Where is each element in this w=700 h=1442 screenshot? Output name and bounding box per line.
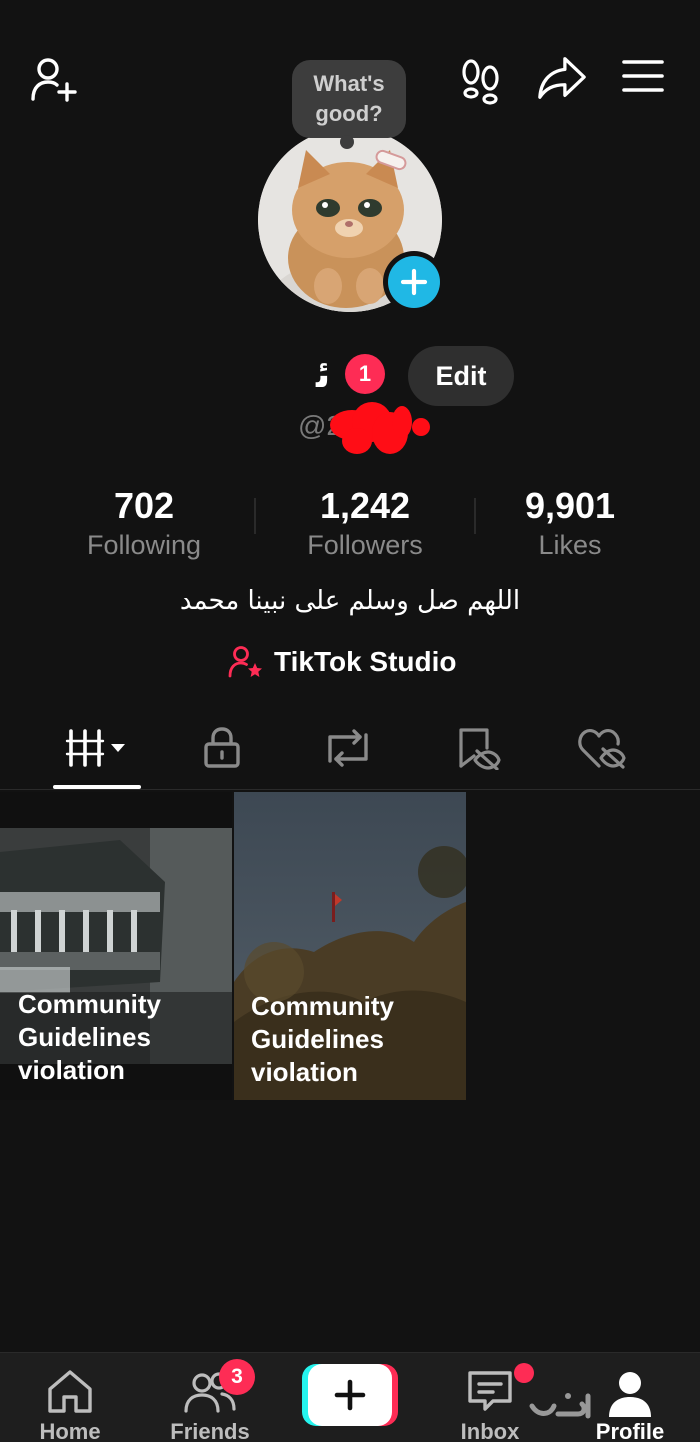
followers-count: 1,242 xyxy=(319,485,411,526)
saved-hidden-icon xyxy=(455,726,501,770)
stat-likes[interactable]: 9,901 Likes xyxy=(470,484,670,562)
profile-name: ﺋ xyxy=(316,352,331,396)
nav-home[interactable]: Home xyxy=(10,1353,130,1442)
following-count: 702 xyxy=(113,485,175,526)
home-icon xyxy=(10,1367,130,1415)
friends-badge: 3 xyxy=(219,1359,255,1395)
tab-reposts[interactable] xyxy=(298,718,398,778)
inbox-dot-badge xyxy=(514,1363,534,1383)
tab-private[interactable] xyxy=(172,718,272,778)
video-status-line: Community xyxy=(18,989,161,1019)
tiktok-studio-link[interactable]: TikTok Studio xyxy=(228,640,457,684)
status-bubble-line1: What's xyxy=(313,71,385,96)
video-status-line: Community xyxy=(251,991,394,1021)
nav-home-label: Home xyxy=(39,1419,101,1442)
status-bubble-tail xyxy=(340,135,354,149)
stat-divider xyxy=(254,498,256,534)
tab-favorites[interactable] xyxy=(428,718,528,778)
lock-icon xyxy=(202,726,242,770)
add-friend-icon[interactable] xyxy=(28,54,80,106)
tiktok-studio-label: TikTok Studio xyxy=(274,646,457,677)
notification-badge: 1 xyxy=(345,354,385,394)
likes-label: Likes xyxy=(538,530,602,560)
video-status-label: Community Guidelines violation xyxy=(18,988,232,1087)
grid-icon xyxy=(65,727,129,769)
video-status-line: Guidelines xyxy=(251,1024,384,1054)
creator-star-icon xyxy=(228,644,264,680)
create-button[interactable] xyxy=(302,1364,398,1426)
footprint-icon[interactable] xyxy=(455,54,507,106)
followers-label: Followers xyxy=(307,530,423,560)
video-status-label: Community Guidelines violation xyxy=(251,990,466,1089)
video-status-line: violation xyxy=(251,1057,358,1087)
tab-videos[interactable] xyxy=(53,718,141,778)
video-status-line: Guidelines xyxy=(18,1022,151,1052)
following-label: Following xyxy=(86,530,202,560)
video-tile[interactable]: Community Guidelines violation xyxy=(234,792,466,1100)
repost-icon xyxy=(324,727,372,769)
nav-friends-label: Friends xyxy=(170,1419,250,1442)
status-bubble-line2: good? xyxy=(315,101,383,126)
video-status-line: violation xyxy=(18,1055,125,1085)
add-avatar-button[interactable] xyxy=(383,251,445,313)
liked-hidden-icon xyxy=(577,726,627,770)
tabs-divider xyxy=(0,789,700,790)
likes-count: 9,901 xyxy=(524,485,616,526)
share-icon[interactable] xyxy=(536,52,588,104)
menu-icon[interactable] xyxy=(617,50,669,102)
stat-following[interactable]: 702 Following xyxy=(44,484,244,562)
stat-followers[interactable]: 1,242 Followers xyxy=(265,484,465,562)
profile-bio: اللهم صل وسلم على نبينا محمد xyxy=(179,586,521,616)
tab-liked[interactable] xyxy=(552,718,652,778)
status-bubble[interactable]: What's good? xyxy=(292,60,406,138)
edit-profile-button[interactable]: Edit xyxy=(408,346,514,406)
plus-icon xyxy=(388,256,440,308)
watermark-logo xyxy=(528,1386,602,1426)
video-tile[interactable]: Community Guidelines violation xyxy=(0,792,232,1100)
